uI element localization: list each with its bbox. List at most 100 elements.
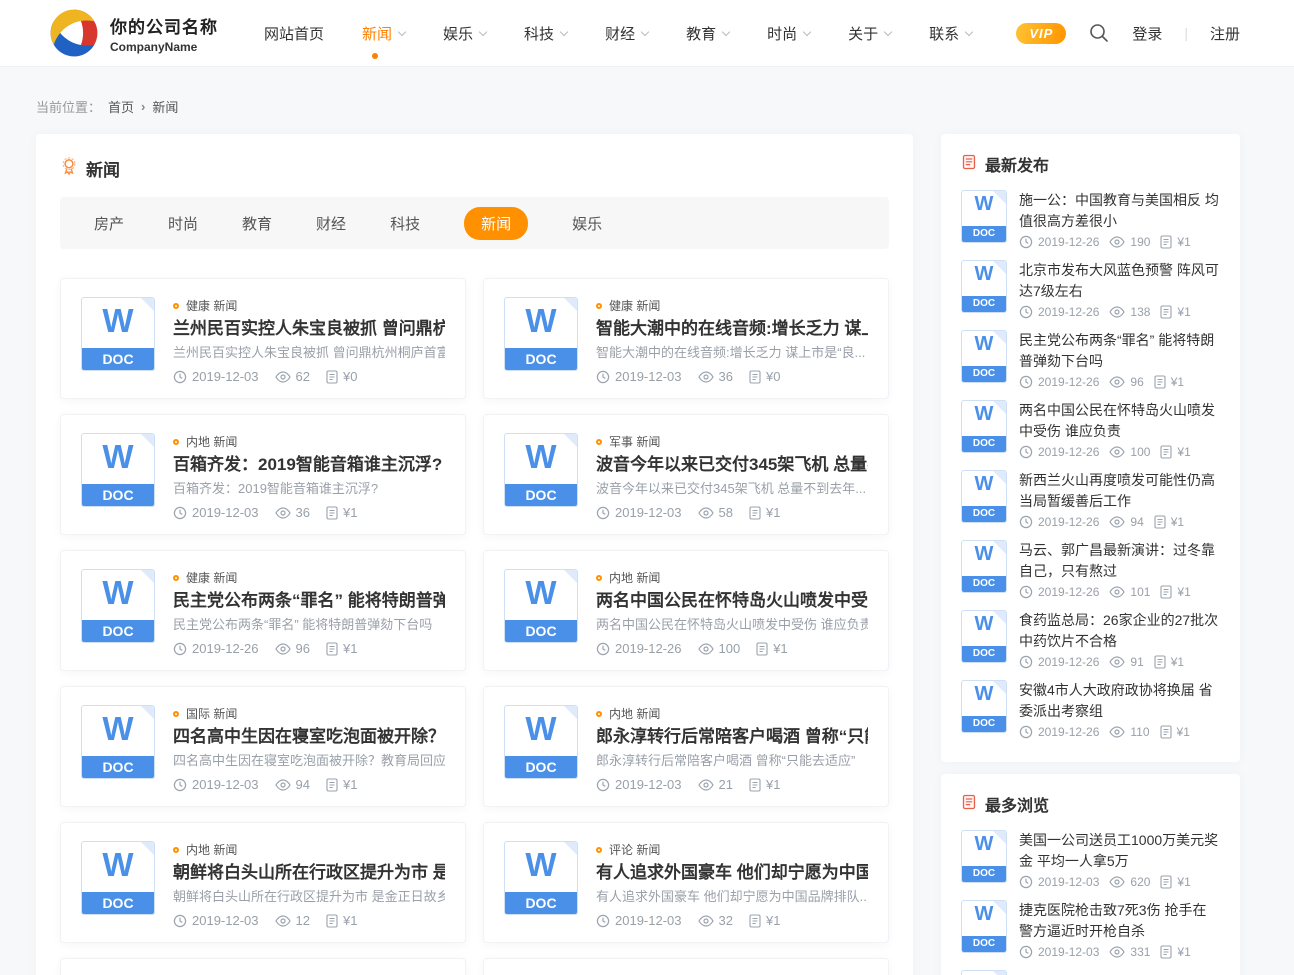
eye-icon [698,371,714,383]
news-card[interactable]: WDOC健康 新闻 [60,958,466,975]
sidebar-news-title[interactable]: 两名中国公民在怀特岛火山喷发中受伤 谁应负责 [1019,400,1220,442]
news-card[interactable]: WDOC内地 新闻百箱齐发：2019智能音箱谁主沉浮?百箱齐发：2019智能音箱… [60,414,466,535]
sidebar-news-item[interactable]: WDOC民主党公布两条“罪名” 能将特朗普弹劾下台吗2019-12-2696¥1 [961,330,1220,391]
category-tag[interactable]: 内地 新闻 [596,569,868,586]
doc-file-icon: WDOC [961,610,1007,663]
login-link[interactable]: 登录 [1132,23,1162,44]
news-summary: 郎永淳转行后常陪客户喝酒 曾称“只能去适应” [596,752,868,769]
filter-tab-2[interactable]: 教育 [242,213,272,234]
breadcrumb-home[interactable]: 首页 [108,97,134,116]
news-card[interactable]: WDOC军事 新闻波音今年以来已交付345架飞机 总量不...波音今年以来已交付… [483,414,889,535]
sidebar-news-title[interactable]: 马云、郭广昌最新演讲：过冬靠自己，只有熬过 [1019,540,1220,582]
sidebar-news-item[interactable]: WDOC新西兰火山再度喷发可能性仍高 当局暂缓善后工作2019-12-2694¥… [961,470,1220,531]
nav-item-2[interactable]: 娱乐 [443,23,486,44]
sidebar-news-title[interactable]: 捷克医院枪击致7死3伤 抢手在警方逼近时开枪自杀 [1019,900,1220,942]
doc-file-icon: WDOC [504,705,578,779]
top-header: 你的公司名称 CompanyName 网站首页新闻娱乐科技财经教育时尚关于联系 … [0,0,1294,67]
nav-item-7[interactable]: 关于 [848,23,891,44]
sidebar-news-item[interactable]: WDOC北京市发布大风蓝色预警 阵风可达7级左右2019-12-26138¥1 [961,260,1220,321]
price: ¥1 [1177,305,1190,319]
nav-item-0[interactable]: 网站首页 [264,23,324,44]
doc-letter: W [82,710,154,748]
news-title[interactable]: 朝鲜将白头山所在行政区提升为市 是金... [173,862,445,883]
sidebar-news-item[interactable]: WDOC两名中国公民在怀特岛火山喷发中受伤 谁应负责2019-12-26100¥… [961,400,1220,461]
sheet-icon [1160,725,1172,739]
page-title: 新闻 [86,156,120,181]
sidebar-news-title[interactable]: 北京市发布大风蓝色预警 阵风可达7级左右 [1019,260,1220,302]
vip-badge[interactable]: VIP [1016,23,1066,44]
category-dot-icon [596,847,602,853]
sidebar-news-title[interactable]: 新西兰火山再度喷发可能性仍高 当局暂缓善后工作 [1019,470,1220,512]
news-card[interactable]: WDOC评论 新闻有人追求外国豪车 他们却宁愿为中国品...有人追求外国豪车 他… [483,822,889,943]
clock-icon [1019,375,1033,389]
doc-file-icon: WDOC [81,569,155,643]
sidebar-news-title[interactable]: 食药监总局：26家企业的27批次中药饮片不合格 [1019,610,1220,652]
news-card[interactable]: WDOC内地 新闻朝鲜将白头山所在行政区提升为市 是金...朝鲜将白头山所在行政… [60,822,466,943]
nav-item-6[interactable]: 时尚 [767,23,810,44]
nav-item-8[interactable]: 联系 [929,23,972,44]
sheet-icon [749,914,761,928]
news-card[interactable]: WDOC内地 新闻两名中国公民在怀特岛火山喷发中受伤 ...两名中国公民在怀特岛… [483,550,889,671]
news-title[interactable]: 兰州民百实控人朱宝良被抓 曾问鼎杭州... [173,318,445,339]
nav-item-label: 教育 [686,23,716,44]
news-card[interactable]: WDOC国际 新闻四名高中生因在寝室吃泡面被开除？教...四名高中生因在寝室吃泡… [60,686,466,807]
news-title[interactable]: 智能大潮中的在线音频:增长乏力 谋上市... [596,318,868,339]
search-icon[interactable] [1088,22,1110,44]
news-meta: 2019-12-26101¥1 [1019,585,1220,599]
nav-item-3[interactable]: 科技 [524,23,567,44]
sidebar-news-title[interactable]: 美国一公司送员工1000万美元奖金 平均一人拿5万 [1019,830,1220,872]
register-link[interactable]: 注册 [1210,23,1240,44]
category-tag[interactable]: 军事 新闻 [596,433,868,450]
nav-item-5[interactable]: 教育 [686,23,729,44]
publish-date: 2019-12-26 [1038,375,1099,389]
nav-item-label: 关于 [848,23,878,44]
news-title[interactable]: 百箱齐发：2019智能音箱谁主沉浮? [173,454,445,475]
sidebar-news-title[interactable]: 安徽4市人大政府政协将换届 省委派出考察组 [1019,680,1220,722]
header-actions: VIP 登录 | 注册 [1016,22,1240,44]
category-tag[interactable]: 内地 新闻 [596,705,868,722]
sidebar-news-item[interactable]: WDOC美国一公司送员工1000万美元奖金 平均一人拿5万2019-12-036… [961,830,1220,891]
category-label: 健康 新闻 [186,569,237,586]
category-tag[interactable]: 健康 新闻 [173,297,445,314]
sidebar-news-item[interactable]: WDOC捷克医院枪击致7死3伤 抢手在警方逼近时开枪自杀2019-12-0333… [961,900,1220,961]
news-card[interactable]: WDOC健康 新闻兰州民百实控人朱宝良被抓 曾问鼎杭州...兰州民百实控人朱宝良… [60,278,466,399]
category-tag[interactable]: 内地 新闻 [173,433,445,450]
nav-item-1[interactable]: 新闻 [362,23,405,44]
news-card[interactable]: WDOC健康 新闻智能大潮中的在线音频:增长乏力 谋上市...智能大潮中的在线音… [483,278,889,399]
category-tag[interactable]: 健康 新闻 [173,569,445,586]
category-tag[interactable]: 内地 新闻 [173,841,445,858]
doc-type-label: DOC [962,366,1006,382]
news-card[interactable]: WDOC健康 新闻民主党公布两条“罪名” 能将特朗普弹...民主党公布两条“罪名… [60,550,466,671]
category-tag[interactable]: 评论 新闻 [596,841,868,858]
news-title[interactable]: 有人追求外国豪车 他们却宁愿为中国品... [596,862,868,883]
sidebar-news-item[interactable]: WDOC施一公：中国教育与美国相反 均值很高方差很小2019-12-26190¥… [961,190,1220,251]
news-card[interactable]: WDOC 内地 新闻郎永淳转行后常陪客户喝酒 曾称“只能... 郎永淳转行后常陪客户… [483,686,889,807]
category-dot-icon [173,303,179,309]
filter-tab-0[interactable]: 房产 [94,213,124,234]
news-title[interactable]: 四名高中生因在寝室吃泡面被开除？教... [173,726,445,747]
doc-letter: W [82,574,154,612]
sidebar-news-title[interactable]: 民主党公布两条“罪名” 能将特朗普弹劾下台吗 [1019,330,1220,372]
news-title[interactable]: 波音今年以来已交付345架飞机 总量不... [596,454,868,475]
filter-tab-6[interactable]: 娱乐 [572,213,602,234]
category-tag[interactable]: 国际 新闻 [173,705,445,722]
nav-item-4[interactable]: 财经 [605,23,648,44]
sidebar-news-title[interactable]: 施一公：中国教育与美国相反 均值很高方差很小 [1019,190,1220,232]
sidebar-news-item[interactable]: WDOC [961,970,1220,975]
news-title[interactable]: 民主党公布两条“罪名” 能将特朗普弹... [173,590,445,611]
news-title[interactable]: 郎永淳转行后常陪客户喝酒 曾称“只能... [596,726,868,747]
filter-tab-3[interactable]: 财经 [316,213,346,234]
sidebar-news-item[interactable]: WDOC安徽4市人大政府政协将换届 省委派出考察组2019-12-26110¥1 [961,680,1220,741]
document-icon [961,154,977,175]
filter-tab-5[interactable]: 新闻 [464,207,528,240]
sidebar-news-item[interactable]: WDOC食药监总局：26家企业的27批次中药饮片不合格2019-12-2691¥… [961,610,1220,671]
doc-type-label: DOC [962,716,1006,732]
view-count: 58 [719,505,733,520]
filter-tab-4[interactable]: 科技 [390,213,420,234]
publish-date: 2019-12-03 [192,913,259,928]
news-card[interactable]: WDOC军事 新闻 [483,958,889,975]
sidebar-news-item[interactable]: WDOC马云、郭广昌最新演讲：过冬靠自己，只有熬过2019-12-26101¥1 [961,540,1220,601]
filter-tab-1[interactable]: 时尚 [168,213,198,234]
category-tag[interactable]: 健康 新闻 [596,297,868,314]
news-title[interactable]: 两名中国公民在怀特岛火山喷发中受伤 ... [596,590,868,611]
